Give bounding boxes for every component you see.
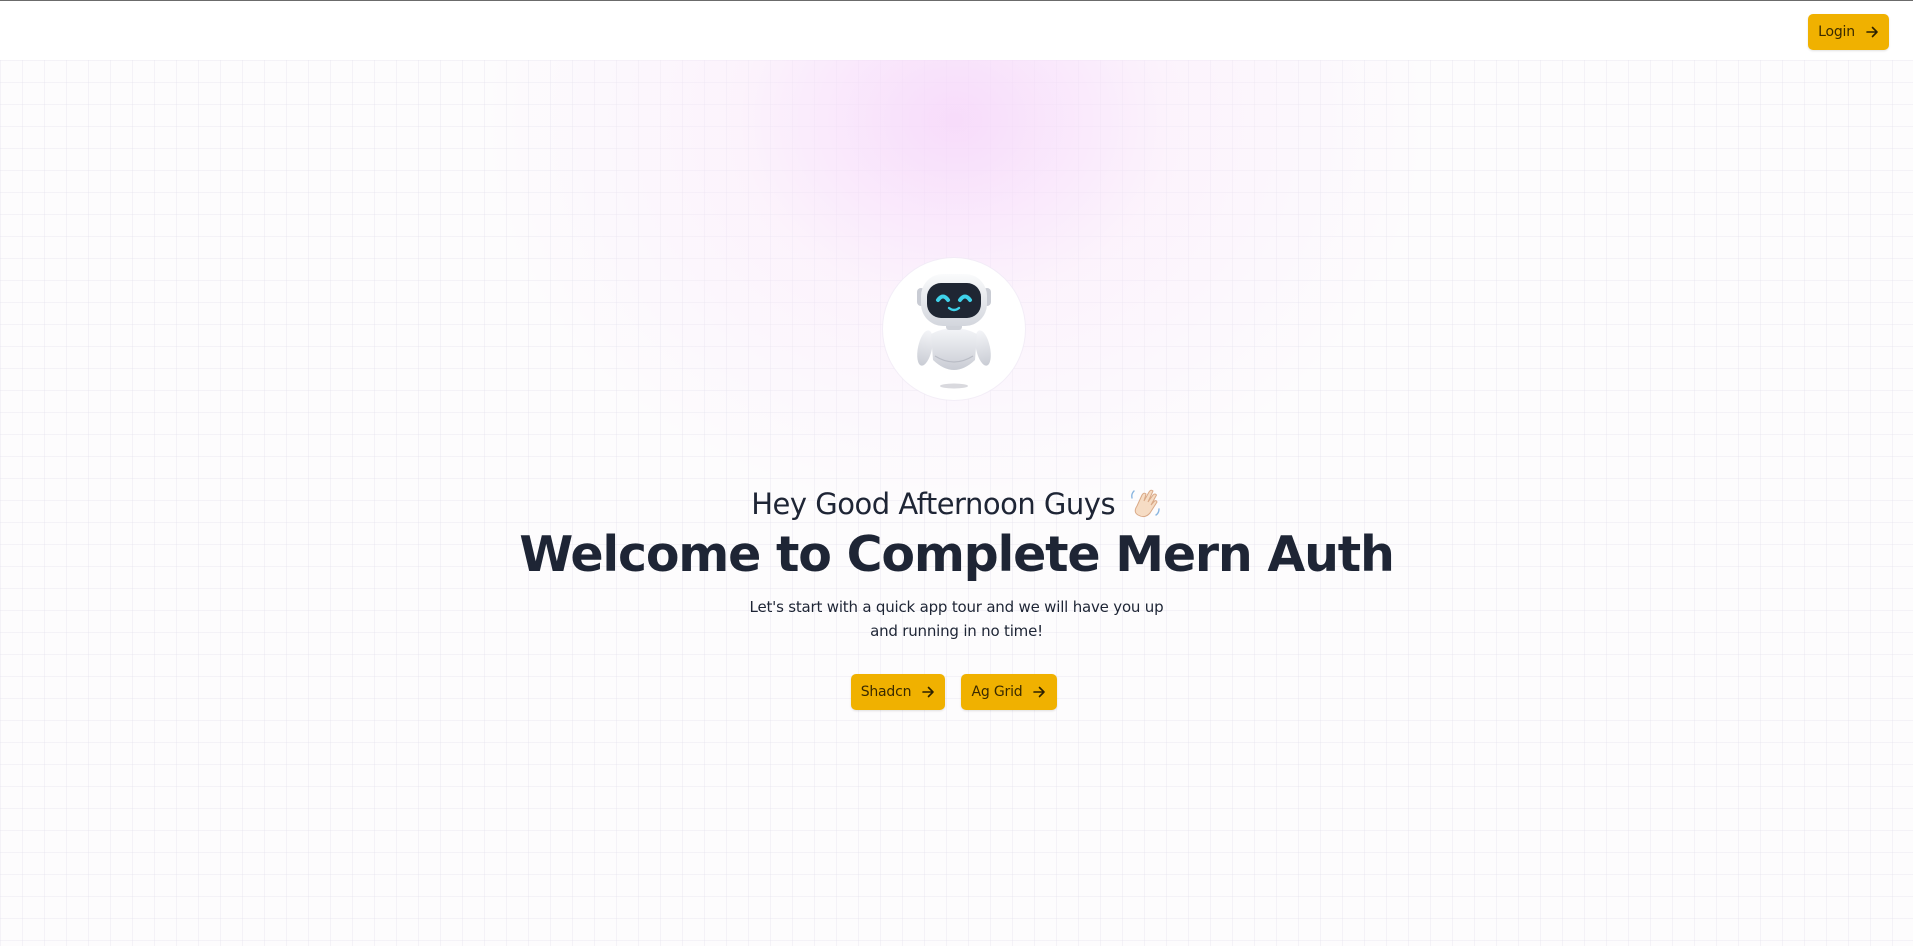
page-subtitle: Let's start with a quick app tour and we… bbox=[749, 598, 1164, 640]
top-bar: Login bbox=[0, 1, 1913, 60]
arrow-right-icon bbox=[1032, 685, 1046, 699]
greeting-text: Hey Good Afternoon Guys bbox=[751, 487, 1116, 521]
ag-grid-button-label: Ag Grid bbox=[971, 684, 1023, 700]
robot-avatar bbox=[883, 258, 1025, 400]
ag-grid-button[interactable]: Ag Grid bbox=[961, 674, 1057, 710]
arrow-right-icon bbox=[1865, 25, 1879, 39]
greeting-heading: Hey Good Afternoon Guys bbox=[0, 482, 1913, 532]
robot-icon bbox=[917, 274, 991, 389]
shadcn-button-label: Shadcn bbox=[860, 684, 912, 700]
arrow-right-icon bbox=[921, 685, 935, 699]
login-button[interactable]: Login bbox=[1808, 14, 1889, 50]
page-title: Welcome to Complete Mern Auth bbox=[519, 526, 1395, 583]
login-button-label: Login bbox=[1818, 24, 1855, 40]
shadcn-button[interactable]: Shadcn bbox=[851, 674, 945, 710]
